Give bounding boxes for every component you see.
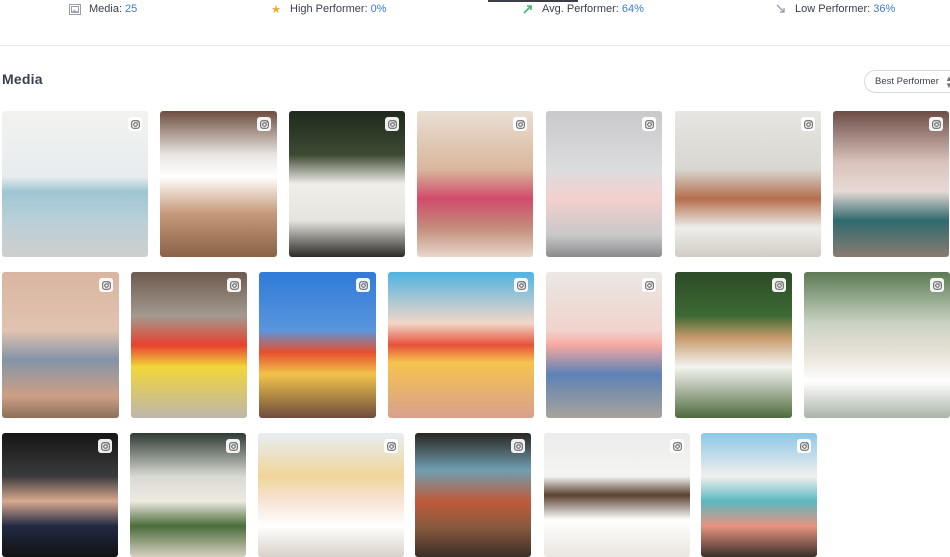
instagram-icon[interactable] xyxy=(227,278,241,292)
trend-down-icon xyxy=(775,3,787,15)
stat-high-value: 0% xyxy=(370,3,387,15)
instagram-icon[interactable] xyxy=(226,439,240,453)
stat-high-label: High Performer: xyxy=(290,3,368,15)
instagram-icon[interactable] xyxy=(642,278,656,292)
hat-jumpsuit-tile[interactable] xyxy=(2,272,119,418)
performance-stats-bar: Media: 25 ★ High Performer: 0% Avg. Perf… xyxy=(0,0,950,46)
sort-dropdown[interactable]: Best Performer ▲ ▼ xyxy=(864,70,950,93)
floral-swimsuit-tile[interactable] xyxy=(417,111,533,257)
instagram-icon[interactable] xyxy=(801,117,815,131)
stat-low-label: Low Performer: xyxy=(795,3,871,15)
teal-jumpsuit-tile[interactable] xyxy=(833,111,949,257)
rooftop-dress-tile[interactable] xyxy=(675,111,821,257)
car-door-stripes-tile[interactable] xyxy=(2,433,118,557)
instagram-icon[interactable] xyxy=(356,278,370,292)
stat-avg-label: Avg. Performer: xyxy=(542,3,619,15)
instagram-icon[interactable] xyxy=(257,117,271,131)
pool-red-top-tile[interactable] xyxy=(415,433,531,557)
colorful-dress-tile[interactable] xyxy=(131,272,247,418)
stat-media: Media: 25 xyxy=(69,2,137,16)
two-sunhats-tile[interactable] xyxy=(258,433,404,557)
instagram-icon[interactable] xyxy=(128,117,142,131)
chevron-updown-icon: ▲ ▼ xyxy=(945,74,950,90)
instagram-icon[interactable] xyxy=(384,439,398,453)
instagram-icon[interactable] xyxy=(930,278,944,292)
stat-media-label: Media: xyxy=(89,3,123,15)
striped-top-sky-tile[interactable] xyxy=(259,272,376,418)
beach-white-shirt-tile[interactable] xyxy=(544,433,690,557)
instagram-icon[interactable] xyxy=(98,439,112,453)
striped-skirt-tile[interactable] xyxy=(160,111,277,257)
trend-up-icon xyxy=(522,3,534,15)
vintage-car-tile[interactable] xyxy=(2,111,148,257)
sort-selected-label: Best Performer xyxy=(875,76,939,87)
brick-wall-jeans-tile[interactable] xyxy=(546,272,662,418)
star-icon: ★ xyxy=(271,3,281,16)
mural-hat-tile[interactable] xyxy=(804,272,950,418)
stat-avg-performer: Avg. Performer: 64% xyxy=(522,2,644,16)
instagram-icon[interactable] xyxy=(514,278,528,292)
stat-low-performer: Low Performer: 36% xyxy=(775,2,895,16)
pink-dress-tile[interactable] xyxy=(546,111,662,257)
instagram-icon[interactable] xyxy=(929,117,943,131)
instagram-icon[interactable] xyxy=(385,117,399,131)
stat-high-performer: ★ High Performer: 0% xyxy=(270,2,387,16)
instagram-icon[interactable] xyxy=(670,439,684,453)
instagram-icon[interactable] xyxy=(772,278,786,292)
tropical-hat-tile[interactable] xyxy=(675,272,792,418)
stat-media-value: 25 xyxy=(125,3,138,15)
image-icon xyxy=(69,3,81,15)
pink-building-tile[interactable] xyxy=(701,433,817,557)
stat-low-value: 36% xyxy=(873,3,896,15)
rainbow-dress-stairs-tile[interactable] xyxy=(388,272,534,418)
instagram-icon[interactable] xyxy=(797,439,811,453)
section-title: Media xyxy=(2,71,43,87)
instagram-icon[interactable] xyxy=(99,278,113,292)
stat-avg-value: 64% xyxy=(621,3,644,15)
instagram-icon[interactable] xyxy=(513,117,527,131)
white-dress-tile[interactable] xyxy=(289,111,405,257)
instagram-icon[interactable] xyxy=(511,439,525,453)
instagram-icon[interactable] xyxy=(642,117,656,131)
porch-flowers-tile[interactable] xyxy=(130,433,246,557)
